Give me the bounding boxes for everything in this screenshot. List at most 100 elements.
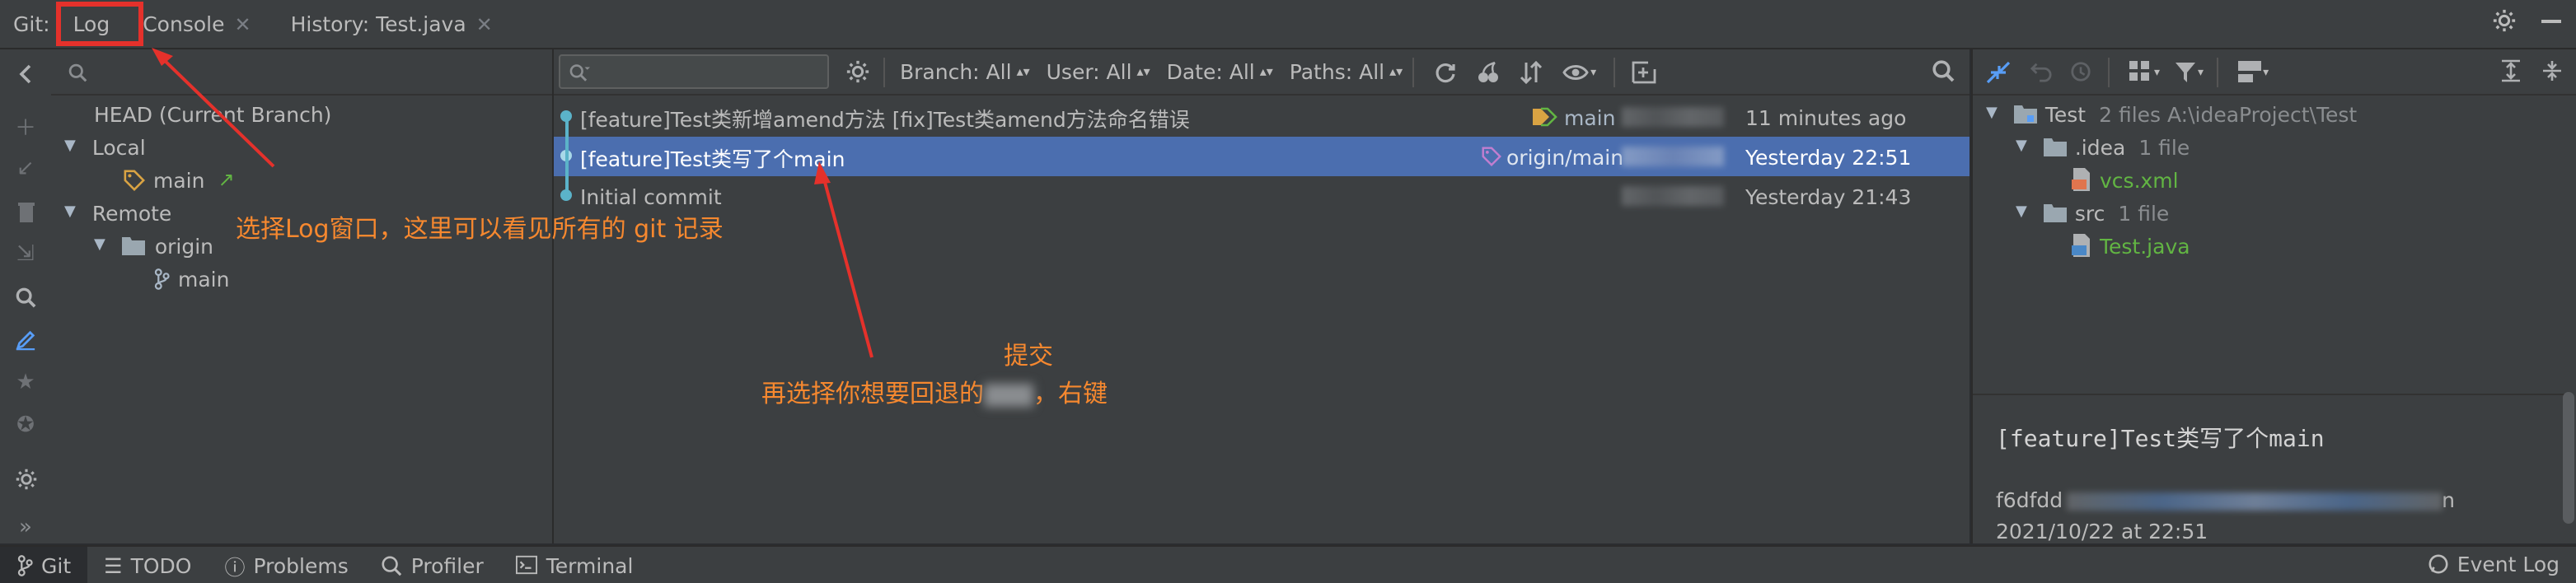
search-icon[interactable] [1932, 59, 1955, 82]
changes-root-meta: 2 files A:\ideaProject\Test [2099, 101, 2358, 126]
annotation-commit-word: 提交 [1004, 341, 1054, 371]
chat-bubble-icon [2428, 553, 2449, 575]
group-by-icon[interactable] [2129, 61, 2152, 82]
commit-date: Yesterday 21:43 [1745, 184, 1912, 208]
chevron-down-icon[interactable]: ▼ [2016, 204, 2027, 221]
filter-date[interactable]: Date: All [1167, 59, 1255, 84]
gear-icon[interactable] [2492, 8, 2517, 33]
commit-subject: [feature]Test类写了个main [580, 146, 845, 170]
commit-subject: [feature]Test类新增amend方法 [fix]Test类amend方… [580, 106, 1190, 131]
details-scrollbar[interactable] [2563, 392, 2574, 524]
chevron-down-icon[interactable]: ▼ [2016, 138, 2027, 155]
changes-folder-idea[interactable]: ▼ .idea 1 file [2016, 130, 2190, 163]
filter-user[interactable]: User: All [1047, 59, 1132, 84]
changes-file-test[interactable]: Test.java [2072, 229, 2190, 262]
bottom-tab-todo[interactable]: ☰ TODO [87, 547, 208, 583]
bottom-tab-problems[interactable]: ⓘ Problems [208, 547, 364, 583]
branch-group-local-label: Local [91, 134, 146, 159]
tag-icon [1482, 147, 1501, 166]
commit-row[interactable]: Initial commit Yesterday 21:43 [554, 176, 1969, 216]
changes-folder-src-meta: 1 file [2118, 200, 2170, 225]
branch-icon [16, 554, 33, 576]
commit-ref: main [1531, 105, 1615, 129]
git-tool-window-label: Git: [13, 12, 50, 36]
chevron-down-icon: ▴▾ [1259, 64, 1273, 79]
eye-icon[interactable] [1562, 62, 1589, 82]
toolbar-separator [1412, 57, 1415, 86]
filter-icon[interactable] [2173, 60, 2196, 83]
commit-ref-label: main [1564, 105, 1616, 129]
branch-group-remote[interactable]: ▼ Remote [64, 196, 171, 229]
close-icon[interactable]: ✕ [476, 12, 493, 35]
branch-head[interactable]: HEAD (Current Branch) [94, 97, 331, 130]
commit-ref: origin/main [1482, 144, 1623, 169]
branch-local-main[interactable]: main ↗ [124, 163, 235, 196]
changes-file-vcs[interactable]: vcs.xml [2072, 163, 2179, 196]
branch-group-origin[interactable]: ▼ origin [94, 229, 213, 262]
chevron-down-icon[interactable]: ▼ [64, 138, 76, 155]
commit-row[interactable]: [feature]Test类新增amend方法 [fix]Test类amend方… [554, 97, 1969, 137]
refresh-icon[interactable] [1434, 60, 1457, 83]
author-redacted [1622, 186, 1724, 206]
folder-icon [121, 236, 145, 255]
module-folder-icon [2013, 104, 2037, 124]
expand-all-icon[interactable] [2500, 59, 2522, 82]
event-log-button[interactable]: Event Log [2428, 552, 2560, 576]
branch-origin-main[interactable]: main [153, 262, 229, 295]
search-icon[interactable] [12, 283, 40, 311]
layout-icon[interactable] [2238, 61, 2262, 82]
log-search-input[interactable] [559, 54, 829, 89]
expand-more-icon[interactable]: » [12, 514, 40, 542]
close-icon[interactable]: ✕ [234, 12, 251, 35]
tool-window-tabbar: Git: Log Console ✕ History: Test.java ✕ [0, 0, 2576, 49]
changes-folder-src[interactable]: ▼ src 1 file [2016, 196, 2169, 229]
bottom-tab-git[interactable]: Git [0, 547, 88, 583]
trash-icon[interactable] [12, 198, 40, 226]
new-tab-icon[interactable] [1631, 60, 1656, 83]
sort-icon[interactable] [1520, 60, 1543, 83]
branch-local-main-label: main [153, 167, 205, 192]
tab-history[interactable]: History: Test.java ✕ [271, 0, 513, 48]
commit-ref-label: origin/main [1506, 144, 1624, 169]
merge-icon[interactable]: ⇲ [12, 240, 40, 268]
minimize-icon[interactable] [2540, 9, 2563, 32]
info-circle-icon: ⓘ [224, 554, 246, 579]
log-settings-icon[interactable] [845, 59, 870, 84]
star-icon[interactable]: ★ [12, 369, 40, 397]
diff-arrows-icon[interactable] [1986, 60, 2011, 83]
tab-history-label: History: Test.java [290, 12, 466, 36]
branch-group-local[interactable]: ▼ Local [64, 130, 146, 163]
compass-icon[interactable]: ✪ [12, 412, 40, 440]
bottom-tab-terminal[interactable]: Terminal [500, 547, 650, 583]
bottom-tab-profiler[interactable]: Profiler [365, 547, 500, 583]
tag-icon [124, 169, 145, 190]
edit-icon[interactable] [12, 326, 40, 354]
java-file-icon [2072, 234, 2091, 257]
collapse-all-icon[interactable] [2541, 59, 2563, 82]
commit-row-selected[interactable]: [feature]Test类写了个main origin/main Yester… [554, 137, 1969, 176]
filter-paths[interactable]: Paths: All [1290, 59, 1384, 84]
checkout-arrow-icon[interactable]: ↙ [12, 155, 40, 183]
log-panel: Branch: All ▴▾ User: All ▴▾ Date: All ▴▾… [554, 49, 1969, 543]
commit-details-hash: f6dfdd n [1996, 487, 2455, 512]
collapse-left-icon[interactable] [12, 59, 40, 87]
plus-icon[interactable]: ＋ [12, 112, 40, 142]
bottom-tab-todo-label: TODO [130, 553, 192, 577]
changes-root[interactable]: ▼ Test 2 files A:\ideaProject\Test [1986, 97, 2357, 130]
cherry-pick-icon[interactable] [1477, 60, 1500, 83]
event-log-label: Event Log [2457, 552, 2560, 576]
history-icon[interactable] [2070, 61, 2091, 82]
branches-panel: HEAD (Current Branch) ▼ Local main ↗ ▼ R… [51, 49, 554, 543]
tab-console[interactable]: Console ✕ [123, 0, 270, 48]
chevron-down-icon[interactable]: ▼ [64, 204, 76, 221]
chevron-down-icon[interactable]: ▼ [94, 237, 105, 254]
tab-log[interactable]: Log [56, 0, 144, 48]
bottom-tool-bar: Git ☰ TODO ⓘ Problems Profiler Terminal [0, 545, 2576, 583]
revert-icon[interactable] [2030, 61, 2052, 82]
branch-search[interactable] [51, 49, 552, 96]
settings-icon[interactable] [12, 464, 40, 492]
chevron-down-icon[interactable]: ▼ [1986, 105, 1998, 122]
filter-branch[interactable]: Branch: All [900, 59, 1012, 84]
chevron-down-icon: ▴▾ [1016, 64, 1030, 79]
bottom-tab-profiler-label: Profiler [410, 553, 484, 577]
